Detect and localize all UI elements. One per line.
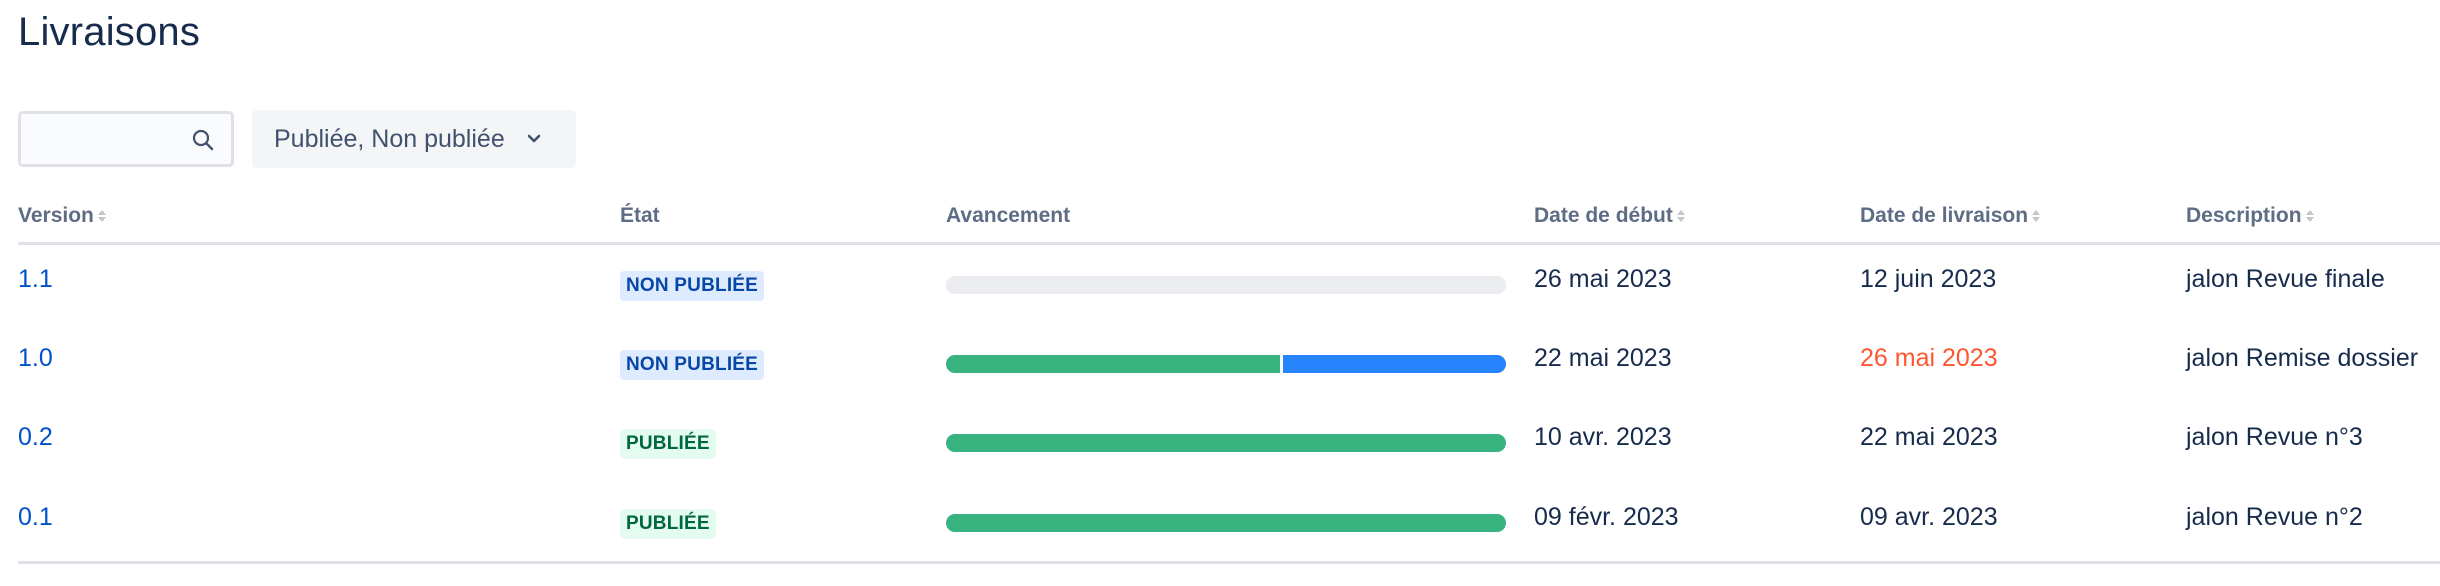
sort-icon — [97, 210, 106, 222]
column-header-label: Date de début — [1534, 204, 1673, 227]
table-row: 1.0 NON PUBLIÉE 22 mai 2023 26 mai 2023 jalo… — [0, 329, 2440, 407]
table-bottom-divider — [18, 561, 2440, 564]
start-date: 09 févr. 2023 — [1534, 503, 1679, 531]
table-header: Version État Avancement Date de début Da… — [18, 202, 2440, 242]
column-header-label: Version — [18, 204, 94, 227]
table-row: 1.1 NON PUBLIÉE 26 mai 2023 12 juin 2023 jal… — [0, 250, 2440, 328]
status-badge: PUBLIÉE — [620, 509, 716, 539]
release-date: 12 juin 2023 — [1860, 265, 1997, 293]
release-date: 22 mai 2023 — [1860, 423, 1998, 451]
status-badge: NON PUBLIÉE — [620, 350, 765, 380]
table-row: 0.1 PUBLIÉE 09 févr. 2023 09 avr. 2023 jalon… — [0, 488, 2440, 566]
version-link[interactable]: 1.0 — [18, 344, 53, 373]
search-icon[interactable] — [191, 128, 215, 152]
column-header-label: Date de livraison — [1860, 204, 2029, 227]
table-row: 0.2 PUBLIÉE 10 avr. 2023 22 mai 2023 jalon R… — [0, 408, 2440, 486]
progress-bar — [946, 514, 1506, 532]
start-date: 22 mai 2023 — [1534, 344, 1672, 372]
version-link[interactable]: 0.1 — [18, 503, 53, 532]
progress-done-segment — [946, 355, 1281, 373]
start-date: 26 mai 2023 — [1534, 265, 1672, 293]
start-date: 10 avr. 2023 — [1534, 423, 1672, 451]
header-divider — [18, 242, 2440, 245]
chevron-down-icon — [527, 134, 541, 143]
status-badge: NON PUBLIÉE — [620, 271, 765, 301]
sort-icon — [2032, 210, 2041, 222]
progress-done-segment — [946, 434, 1506, 452]
version-link[interactable]: 1.1 — [18, 265, 53, 294]
description: jalon Remise dossier — [2186, 344, 2419, 372]
column-header-label: État — [620, 204, 660, 227]
description: jalon Revue finale — [2186, 265, 2385, 293]
status-badge: PUBLIÉE — [620, 429, 716, 459]
status-filter-label: Publiée, Non publiée — [274, 124, 505, 153]
progress-in-progress-segment — [1283, 355, 1506, 373]
progress-bar — [946, 355, 1506, 373]
progress-bar — [946, 434, 1506, 452]
release-date: 09 avr. 2023 — [1860, 503, 1998, 531]
column-header-description[interactable]: Description — [2186, 204, 2314, 228]
progress-done-segment — [946, 514, 1506, 532]
version-link[interactable]: 0.2 — [18, 423, 53, 452]
column-header-progress: Avancement — [946, 204, 1070, 228]
description: jalon Revue n°2 — [2186, 503, 2363, 531]
progress-bar — [946, 276, 1506, 294]
column-header-label: Avancement — [946, 204, 1071, 227]
release-date: 26 mai 2023 — [1860, 344, 1998, 372]
sort-icon — [2305, 210, 2314, 222]
column-header-version[interactable]: Version — [18, 204, 106, 228]
column-header-release-date[interactable]: Date de livraison — [1860, 204, 2041, 228]
column-header-start-date[interactable]: Date de début — [1534, 204, 1685, 228]
status-filter-dropdown[interactable]: Publiée, Non publiée — [252, 110, 576, 168]
column-header-label: Description — [2186, 204, 2302, 227]
page-title: Livraisons — [18, 10, 201, 54]
column-header-status: État — [620, 204, 660, 228]
search-input[interactable] — [31, 114, 181, 164]
description: jalon Revue n°3 — [2186, 423, 2363, 451]
sort-icon — [1676, 210, 1685, 222]
search-box[interactable] — [18, 111, 234, 167]
